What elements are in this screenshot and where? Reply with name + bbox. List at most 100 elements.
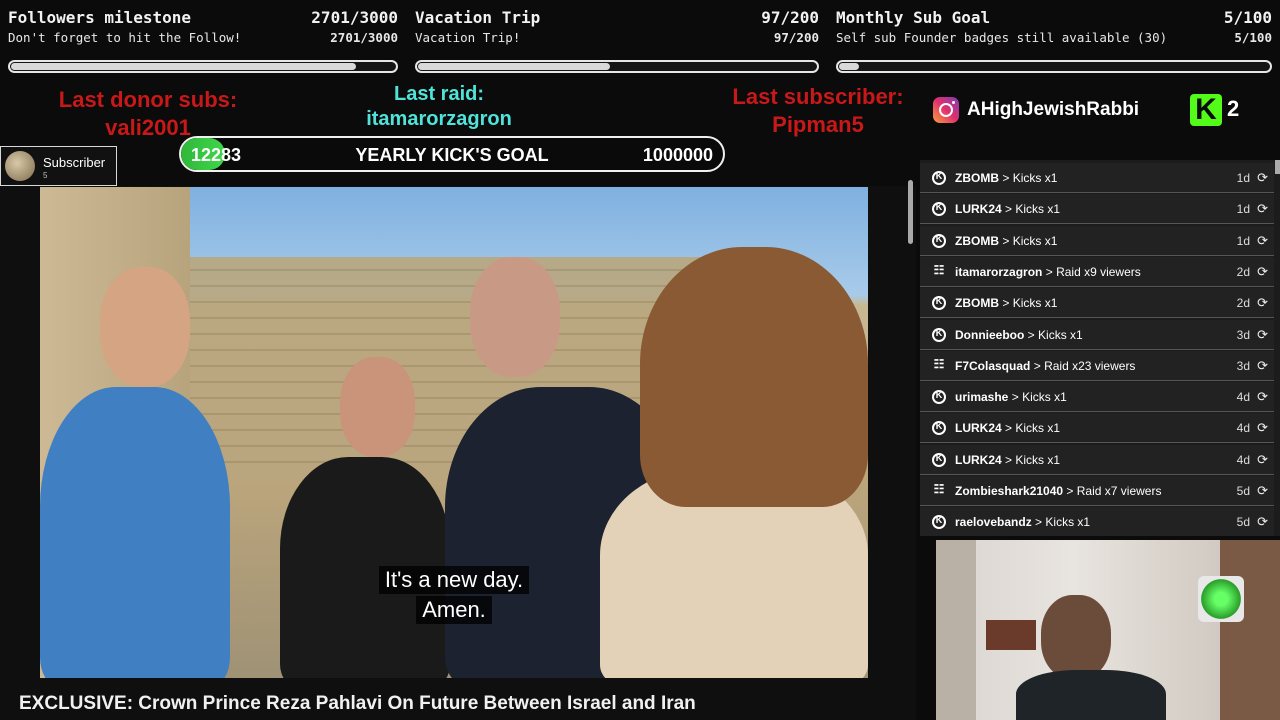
replay-icon[interactable]: ⟳ xyxy=(1257,201,1268,217)
goal-monthly-sub: Monthly Sub Goal 5/100 Self sub Founder … xyxy=(828,0,1280,82)
feed-action: Raid x7 viewers xyxy=(1076,484,1162,498)
feed-row: LURK24 > Kicks x1 4d ⟳ xyxy=(920,413,1274,444)
feed-row: ZBOMB > Kicks x1 2d ⟳ xyxy=(920,288,1274,319)
feed-action: Kicks x1 xyxy=(1045,515,1091,530)
feed-separator: > xyxy=(1005,202,1013,217)
feed-action: Kicks x1 xyxy=(1038,327,1083,342)
feed-row-text: ZBOMB > Kicks x1 xyxy=(955,234,1057,248)
goal-subtitle: Vacation Trip! xyxy=(415,30,521,45)
feed-row-text: urimashe > Kicks x1 xyxy=(955,390,1067,404)
feed-time: 4d xyxy=(1236,452,1250,467)
last-subscriber-value: Pipman5 xyxy=(772,112,864,137)
feed-time: 1d xyxy=(1236,233,1250,248)
video-person-head xyxy=(340,357,415,457)
yearly-goal-target: 1000000 xyxy=(642,145,713,165)
raid-icon xyxy=(932,482,946,498)
replay-icon[interactable]: ⟳ xyxy=(1257,389,1268,405)
instagram-icon xyxy=(933,97,959,123)
feed-separator: > xyxy=(1027,327,1035,342)
kick-icon xyxy=(932,233,946,248)
feed-row-text: LURK24 > Kicks x1 xyxy=(955,421,1060,435)
feed-separator: > xyxy=(1002,171,1010,185)
kick-count: 2 xyxy=(1227,96,1240,121)
feed-row-text: LURK24 > Kicks x1 xyxy=(955,453,1060,467)
feed-time: 3d xyxy=(1236,358,1250,373)
feed-username: LURK24 xyxy=(955,202,1002,217)
goal-progress-fill xyxy=(11,63,357,70)
replay-icon[interactable]: ⟳ xyxy=(1257,264,1268,280)
goal-count-small: 5/100 xyxy=(1234,30,1272,45)
feed-separator: > xyxy=(1035,515,1043,530)
feed-time: 1d xyxy=(1236,171,1250,185)
replay-icon[interactable]: ⟳ xyxy=(1257,358,1268,374)
instagram-link[interactable]: AHighJewishRabbi xyxy=(933,97,1139,123)
goal-subtitle: Don't forget to hit the Follow! xyxy=(8,30,242,45)
event-feed: ZBOMB > Kicks x11d⟳LURK24 > Kicks x11d⟳Z… xyxy=(920,160,1280,536)
kick-icon xyxy=(932,296,946,311)
subscriber-label: Subscriber xyxy=(43,155,106,170)
feed-row-text: ZBOMB > Kicks x1 xyxy=(955,296,1057,310)
last-raid-label: Last raid: xyxy=(393,83,485,105)
feed-action: Kicks x1 xyxy=(1022,390,1067,405)
webcam-background xyxy=(936,540,976,720)
feed-action: Raid x23 viewers xyxy=(1044,358,1136,373)
feed-row-text: Donnieeboo > Kicks x1 xyxy=(955,328,1083,342)
feed-username: Donnieeboo xyxy=(955,327,1025,342)
subtitle-line: Amen. xyxy=(416,596,492,624)
replay-icon[interactable]: ⟳ xyxy=(1257,514,1268,530)
replay-icon[interactable]: ⟳ xyxy=(1257,233,1268,249)
replay-icon[interactable]: ⟳ xyxy=(1257,452,1268,468)
kick-logo-letter: K xyxy=(1195,93,1217,126)
goal-subtitle: Self sub Founder badges still available … xyxy=(836,30,1168,45)
feed-separator: > xyxy=(1066,484,1074,498)
replay-icon[interactable]: ⟳ xyxy=(1257,420,1268,436)
goal-count: 2701/3000 xyxy=(311,8,398,27)
feed-action: Kicks x1 xyxy=(1012,233,1058,248)
last-subscriber: Last subscriber: Pipman5 xyxy=(706,83,930,139)
feed-row-text: F7Colasquad > Raid x23 viewers xyxy=(955,359,1135,373)
video-scrollbar[interactable] xyxy=(908,180,913,244)
feed-row: LURK24 > Kicks x1 4d ⟳ xyxy=(920,444,1274,475)
instagram-handle: AHighJewishRabbi xyxy=(967,99,1140,120)
feed-separator: > xyxy=(1002,296,1010,311)
last-raid: Last raid: itamarorzagron xyxy=(330,82,548,132)
feed-username: urimashe xyxy=(955,390,1009,405)
goal-followers: Followers milestone 2701/3000 Don't forg… xyxy=(0,0,406,82)
raid-icon xyxy=(932,263,946,279)
replay-icon[interactable]: ⟳ xyxy=(1257,170,1268,186)
replay-icon[interactable]: ⟳ xyxy=(1257,327,1268,343)
feed-time: 2d xyxy=(1236,264,1250,279)
webcam-poster xyxy=(986,620,1036,650)
goal-progress-bar xyxy=(415,60,819,73)
goal-vacation: Vacation Trip 97/200 Vacation Trip! 97/2… xyxy=(407,0,827,82)
feed-separator: > xyxy=(1005,421,1013,436)
goal-count: 5/100 xyxy=(1223,8,1272,27)
subtitle-line: It's a new day. xyxy=(378,566,530,594)
feed-row: urimashe > Kicks x1 4d ⟳ xyxy=(920,382,1274,413)
replay-icon[interactable]: ⟳ xyxy=(1257,295,1268,311)
feed-username: ZBOMB xyxy=(955,233,999,248)
feed-username: F7Colasquad xyxy=(955,358,1031,373)
feed-row: ZBOMB > Kicks x1 1d ⟳ xyxy=(920,163,1274,193)
video-person-hair xyxy=(640,247,868,507)
video-subtitles: It's a new day. Amen. xyxy=(368,566,540,626)
feed-row-text: LURK24 > Kicks x1 xyxy=(955,202,1060,216)
feed-username: LURK24 xyxy=(955,421,1002,436)
goal-count-small: 97/200 xyxy=(773,30,819,45)
replay-icon[interactable]: ⟳ xyxy=(1257,483,1268,499)
video-player[interactable]: It's a new day. Amen. EXCLUSIVE: Crown P… xyxy=(0,186,916,720)
green-orb-icon xyxy=(1198,576,1244,622)
streamer-body xyxy=(1016,670,1166,720)
feed-row: raelovebandz > Kicks x1 5d ⟳ xyxy=(920,507,1274,536)
feed-username: Zombieshark21040 xyxy=(955,484,1064,498)
video-person-head xyxy=(470,257,560,377)
feed-time: 5d xyxy=(1236,484,1250,498)
feed-scrollbar[interactable] xyxy=(1275,160,1280,174)
feed-username: ZBOMB xyxy=(955,296,999,311)
feed-row: F7Colasquad > Raid x23 viewers 3d ⟳ xyxy=(920,350,1274,381)
goal-title: Vacation Trip xyxy=(415,8,541,27)
yearly-goal-label: YEARLY KICK'S GOAL xyxy=(355,145,549,165)
feed-time: 1d xyxy=(1236,202,1250,217)
feed-separator: > xyxy=(1005,452,1013,467)
feed-time: 4d xyxy=(1236,421,1250,436)
